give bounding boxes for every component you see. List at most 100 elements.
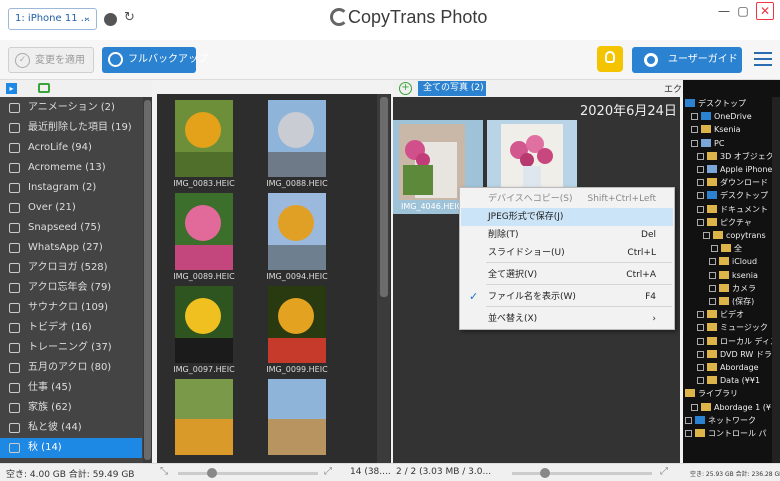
tree-node[interactable]: copytrans [703,229,766,242]
album-item[interactable]: 最近削除した項目 (19) [0,118,142,138]
full-backup-button[interactable]: フルバックアップ [102,47,208,73]
expand-toggle-icon[interactable] [697,364,704,371]
expand-toggle-icon[interactable] [709,298,716,305]
hamburger-menu-icon[interactable] [754,52,772,66]
context-menu-item[interactable]: ファイル名を表示(W) F4 ✓ [461,288,673,306]
tree-node[interactable]: カメラ [709,282,756,295]
tree-node[interactable]: Abordage [697,361,759,374]
photo-thumbnail[interactable] [175,286,233,363]
tree-node[interactable]: ライブラリ [685,387,738,400]
tree-node[interactable]: iCloud [709,255,757,268]
expand-toggle-icon[interactable] [691,403,698,411]
expand-toggle-icon[interactable] [697,324,704,332]
album-item[interactable]: 仕事 (45) [0,378,142,398]
album-item[interactable]: AcroLife (94) [0,138,142,158]
tree-node[interactable]: ビデオ [697,308,744,321]
album-item[interactable]: 家族 (62) [0,398,142,418]
photo-thumbnail[interactable] [175,100,233,177]
tree-node[interactable]: PC [691,137,724,150]
photo-thumbnail[interactable] [268,193,326,270]
tree-node[interactable]: DVD RW ドライブ [697,348,780,361]
context-menu-item[interactable]: 並べ替え(X) › [461,310,673,328]
viewer-zoom-slider[interactable] [512,472,652,475]
add-album-icon[interactable] [38,83,50,93]
tree-node[interactable]: 3D オブジェクト [697,150,780,163]
photo-thumbnail[interactable] [268,379,326,455]
expand-toggle-icon[interactable] [709,271,716,279]
album-item[interactable]: トレーニング (37) [0,338,142,358]
context-menu-item[interactable]: 全て選択(V) Ctrl+A [461,266,673,284]
shrink-icon[interactable]: ⤡ [160,466,168,477]
context-menu-item[interactable]: JPEG形式で保存(J) [461,208,673,226]
album-item[interactable]: Acromeme (13) [0,158,142,178]
album-item[interactable]: Snapseed (75) [0,218,142,238]
maximize-icon[interactable]: ▢ [736,4,750,18]
tree-node[interactable]: ミュージック [697,321,768,334]
album-item[interactable]: サウナクロ (109) [0,298,142,318]
tree-node[interactable]: Ksenia [691,123,741,136]
tree-node[interactable]: Apple iPhone [697,163,772,176]
tree-node[interactable]: ドキュメント [697,203,768,216]
close-icon[interactable]: ✕ [756,2,774,20]
eject-icon[interactable] [104,13,117,26]
tree-node[interactable]: デスクトップ [685,97,746,110]
expand-toggle-icon[interactable] [697,218,704,226]
expand-toggle-icon[interactable] [697,337,704,345]
photo-thumbnail[interactable] [268,100,326,177]
expand-toggle-icon[interactable] [697,192,704,200]
expand-toggle-icon[interactable] [691,139,698,147]
add-photo-icon[interactable]: + [399,82,412,95]
expand-toggle-icon[interactable] [691,126,698,134]
expand-toggle-icon[interactable] [697,179,704,187]
refresh-icon[interactable]: ↻ [124,10,135,25]
expand-toggle-icon[interactable] [709,284,716,292]
expand-icon[interactable]: ⤢ [660,466,668,477]
tree-node[interactable]: ローカル ディスク [697,335,780,348]
album-item[interactable]: 五月のアクロ (80) [0,358,142,378]
grid-zoom-knob[interactable] [207,468,217,478]
expand-toggle-icon[interactable] [703,232,710,239]
album-item[interactable]: 私と彼 (44) [0,418,142,438]
expand-toggle-icon[interactable] [697,377,704,385]
expand-toggle-icon[interactable] [711,245,718,253]
expand-toggle-icon[interactable] [697,311,704,319]
album-item[interactable]: Over (21) [0,198,142,218]
expand-toggle-icon[interactable] [709,258,716,266]
expand-icon[interactable]: ⤢ [324,466,332,477]
album-item[interactable]: トビデオ (16) [0,318,142,338]
album-item[interactable]: アクロヨガ (528) [0,258,142,278]
expand-toggle-icon[interactable] [697,166,704,173]
photo-thumbnail[interactable] [175,379,233,455]
viewer-zoom-knob[interactable] [540,468,550,478]
expand-toggle-icon[interactable] [697,205,704,213]
album-item[interactable]: Instagram (2) [0,178,142,198]
album-item[interactable]: アニメーション (2) [0,98,142,118]
lightbulb-icon[interactable] [597,46,623,72]
tree-node[interactable]: 全 [711,242,742,255]
tab-all-photos[interactable]: 全ての写真 (2) [418,81,486,96]
tree-node[interactable]: (保存) [709,295,754,308]
photo-thumbnail[interactable] [268,286,326,363]
tree-node[interactable]: Abordage 1 (¥ [691,401,771,414]
album-item[interactable]: アクロ忘年会 (79) [0,278,142,298]
context-menu-item[interactable]: スライドショー(U) Ctrl+L [461,244,673,262]
photo-grid-scrollbar-thumb[interactable] [380,97,388,297]
tree-node[interactable]: ピクチャ [697,216,752,229]
expand-toggle-icon[interactable] [691,113,698,121]
tree-node[interactable]: ダウンロード [697,176,768,189]
tree-node[interactable]: ネットワーク [685,414,756,427]
grid-zoom-slider[interactable] [178,472,318,475]
context-menu-item[interactable]: デバイスへコピー(S) Shift+Ctrl+Left [461,190,673,208]
expand-toggle-icon[interactable] [697,350,704,358]
context-menu-item[interactable]: 削除(T) Del [461,226,673,244]
tree-node[interactable]: ksenia [709,269,758,282]
expand-toggle-icon[interactable] [685,416,692,424]
apply-changes-button[interactable]: ✓ 変更を適用 [8,47,94,73]
album-item[interactable]: WhatsApp (27) [0,238,142,258]
tree-node[interactable]: デスクトップ [697,189,768,202]
album-scrollbar-thumb[interactable] [144,100,151,460]
user-guide-button[interactable]: ユーザーガイド [632,47,742,73]
device-selector[interactable]: 1: iPhone 11 ... ⌄ [8,8,97,30]
album-item[interactable]: 秋 (14) [0,438,142,458]
expand-toggle-icon[interactable] [685,430,692,437]
